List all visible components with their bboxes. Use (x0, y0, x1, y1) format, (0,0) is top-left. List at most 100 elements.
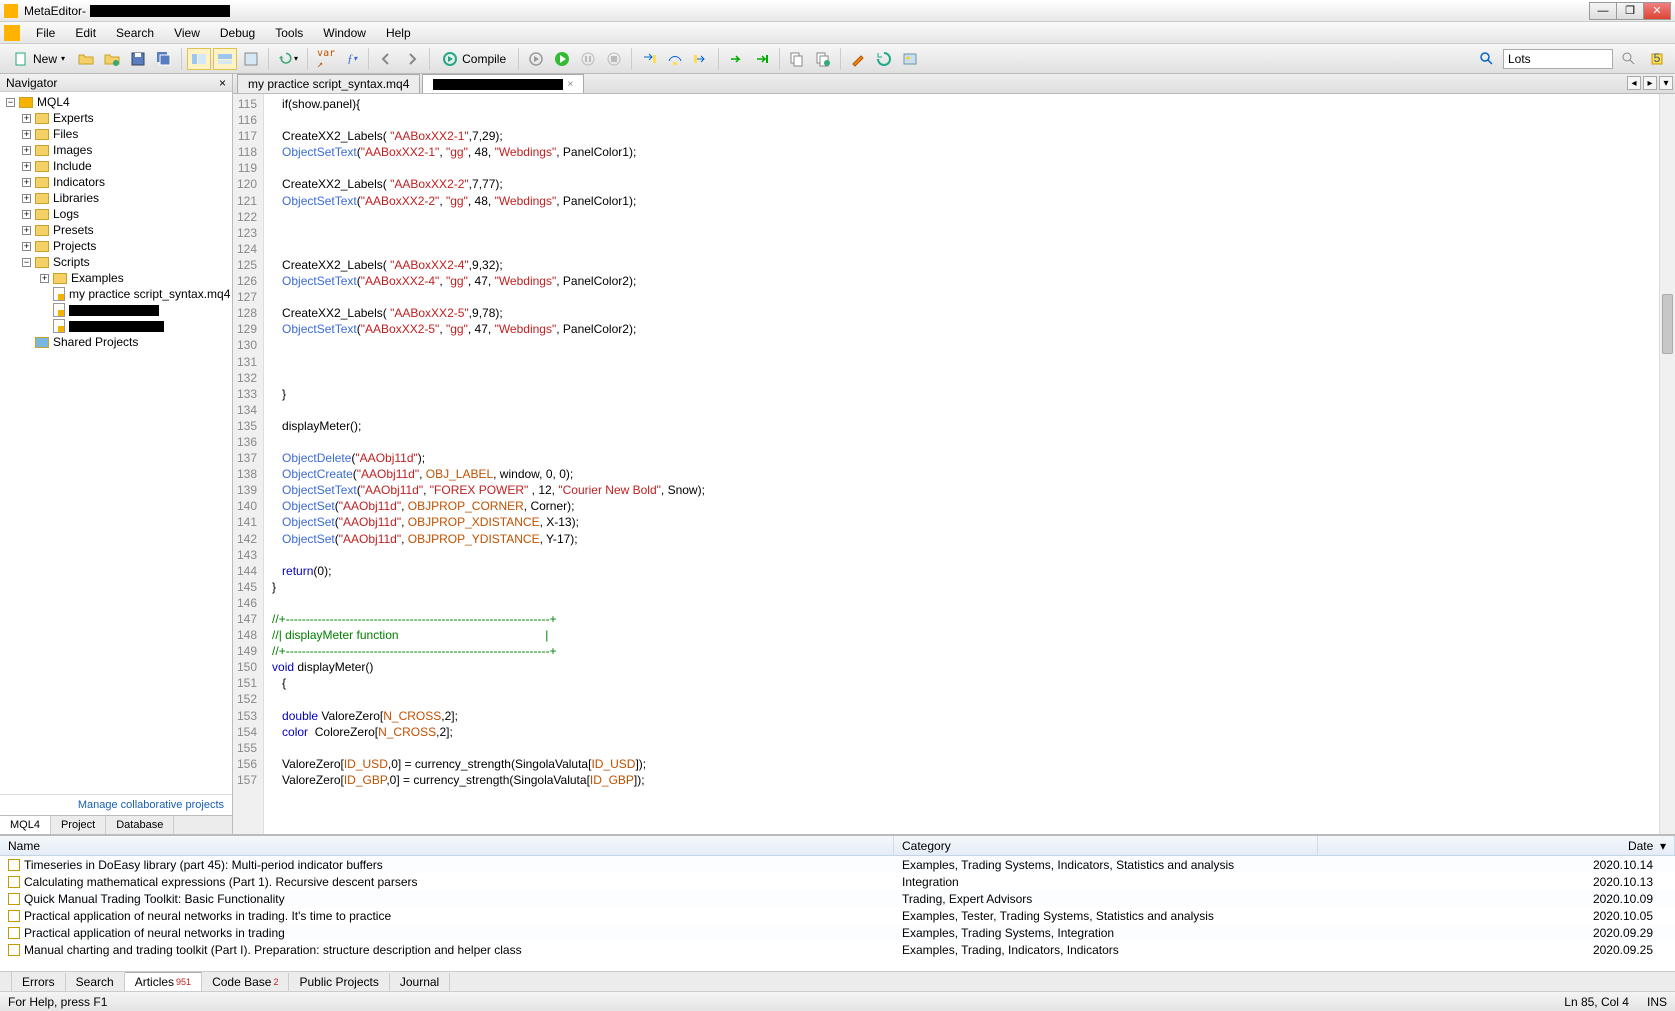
expander-icon[interactable]: + (22, 242, 31, 251)
toolbox-tab-search[interactable]: Search (66, 973, 125, 991)
layout3-button[interactable] (239, 48, 263, 70)
tree-script-file[interactable]: my practice script_syntax.mq4 (0, 286, 232, 302)
expander-icon[interactable]: + (22, 178, 31, 187)
maximize-button[interactable]: ❐ (1616, 2, 1644, 20)
nav-tab-database[interactable]: Database (106, 816, 174, 834)
nav-tab-project[interactable]: Project (51, 816, 106, 834)
menu-file[interactable]: File (26, 23, 65, 43)
arrow-right2-button[interactable] (750, 48, 774, 70)
app-menu-icon[interactable] (4, 25, 20, 41)
menu-edit[interactable]: Edit (65, 23, 106, 43)
close-button[interactable]: ✕ (1643, 2, 1671, 20)
debug-run-button[interactable] (550, 48, 574, 70)
scroll-thumb[interactable] (1662, 294, 1673, 354)
copy1-button[interactable] (785, 48, 809, 70)
new-button[interactable]: New▾ (6, 48, 72, 70)
toolbox-tab-code-base[interactable]: Code Base2 (202, 973, 289, 991)
toolbox-tab-errors[interactable]: Errors (12, 973, 66, 991)
layout1-button[interactable] (187, 48, 211, 70)
tab-prev-button[interactable]: ◂ (1627, 76, 1641, 90)
search-icon[interactable] (1475, 48, 1499, 70)
article-row[interactable]: Timeseries in DoEasy library (part 45): … (0, 856, 1675, 873)
nav-tab-mql4[interactable]: MQL4 (0, 816, 51, 834)
step-out-button[interactable] (689, 48, 713, 70)
expander-icon[interactable]: + (22, 146, 31, 155)
refresh-button[interactable] (872, 48, 896, 70)
open-folder-button[interactable] (100, 48, 124, 70)
menu-window[interactable]: Window (313, 23, 376, 43)
col-date[interactable]: Date ▾ (1318, 836, 1675, 855)
editor-tab[interactable]: my practice script_syntax.mq4 (237, 74, 420, 93)
tree-folder-presets[interactable]: +Presets (0, 222, 232, 238)
search-menu-button[interactable]: 5 (1645, 48, 1669, 70)
undo-button[interactable]: ▾ (274, 48, 302, 70)
toolbox-tab-journal[interactable]: Journal (390, 973, 450, 991)
tree-folder-scripts[interactable]: −Scripts (0, 254, 232, 270)
tree-folder-images[interactable]: +Images (0, 142, 232, 158)
navigator-tree[interactable]: −MQL4 +Experts+Files+Images+Include+Indi… (0, 92, 232, 794)
tree-redacted-file[interactable] (0, 318, 232, 334)
save-all-button[interactable] (152, 48, 176, 70)
save-button[interactable] (126, 48, 150, 70)
article-row[interactable]: Quick Manual Trading Toolkit: Basic Func… (0, 890, 1675, 907)
menu-view[interactable]: View (164, 23, 210, 43)
search-input[interactable] (1503, 49, 1613, 69)
copy2-button[interactable] (811, 48, 835, 70)
nav-back-button[interactable] (374, 48, 398, 70)
vertical-scrollbar[interactable] (1659, 94, 1675, 834)
layout2-button[interactable] (213, 48, 237, 70)
tree-redacted-file[interactable] (0, 302, 232, 318)
code-editor[interactable]: 1151161171181191201211221231241251261271… (233, 94, 1675, 834)
step-into-button[interactable] (637, 48, 661, 70)
tab-close-icon[interactable]: × (567, 79, 573, 90)
menu-debug[interactable]: Debug (210, 23, 265, 43)
expander-icon[interactable]: + (40, 274, 49, 283)
var-button[interactable]: var↗ (313, 48, 339, 70)
search-go-button[interactable] (1617, 48, 1641, 70)
menu-help[interactable]: Help (376, 23, 421, 43)
article-row[interactable]: Practical application of neural networks… (0, 907, 1675, 924)
expander-icon[interactable]: + (22, 226, 31, 235)
menu-search[interactable]: Search (106, 23, 164, 43)
image-button[interactable] (898, 48, 922, 70)
debug-restart-button[interactable] (524, 48, 548, 70)
highlight-button[interactable] (846, 48, 870, 70)
arrow-right-button[interactable] (724, 48, 748, 70)
tab-next-button[interactable]: ▸ (1643, 76, 1657, 90)
expander-icon[interactable]: + (22, 210, 31, 219)
article-row[interactable]: Practical application of neural networks… (0, 924, 1675, 941)
minimize-button[interactable]: — (1589, 2, 1617, 20)
toolbox-rows[interactable]: Timeseries in DoEasy library (part 45): … (0, 856, 1675, 971)
expander-icon[interactable]: + (22, 194, 31, 203)
tree-folder-logs[interactable]: +Logs (0, 206, 232, 222)
debug-stop-button[interactable] (602, 48, 626, 70)
col-category[interactable]: Category (894, 836, 1318, 855)
tree-examples[interactable]: +Examples (0, 270, 232, 286)
tree-folder-include[interactable]: +Include (0, 158, 232, 174)
tree-folder-indicators[interactable]: +Indicators (0, 174, 232, 190)
expander-icon[interactable]: − (22, 258, 31, 267)
menu-tools[interactable]: Tools (265, 23, 313, 43)
open-button[interactable] (74, 48, 98, 70)
tree-folder-projects[interactable]: +Projects (0, 238, 232, 254)
toolbox-tab-public-projects[interactable]: Public Projects (289, 973, 389, 991)
col-name[interactable]: Name (0, 836, 894, 855)
tab-list-button[interactable]: ▾ (1659, 76, 1673, 90)
navigator-close-icon[interactable]: × (219, 76, 226, 90)
tree-folder-libraries[interactable]: +Libraries (0, 190, 232, 206)
func-button[interactable]: ƒ▾ (341, 48, 363, 70)
expander-icon[interactable]: + (22, 130, 31, 139)
toolbox-tab-articles[interactable]: Articles951 (125, 972, 202, 991)
editor-tab-active[interactable]: × (422, 74, 584, 93)
navigator-footer-link[interactable]: Manage collaborative projects (0, 794, 232, 815)
tree-shared-projects[interactable]: Shared Projects (0, 334, 232, 350)
article-row[interactable]: Calculating mathematical expressions (Pa… (0, 873, 1675, 890)
tree-root[interactable]: −MQL4 (0, 94, 232, 110)
code-body[interactable]: if(show.panel){ CreateXX2_Labels( "AABox… (264, 94, 705, 834)
expander-icon[interactable]: − (6, 98, 15, 107)
nav-forward-button[interactable] (400, 48, 424, 70)
step-over-button[interactable] (663, 48, 687, 70)
expander-icon[interactable]: + (22, 114, 31, 123)
tree-folder-files[interactable]: +Files (0, 126, 232, 142)
expander-icon[interactable]: + (22, 162, 31, 171)
